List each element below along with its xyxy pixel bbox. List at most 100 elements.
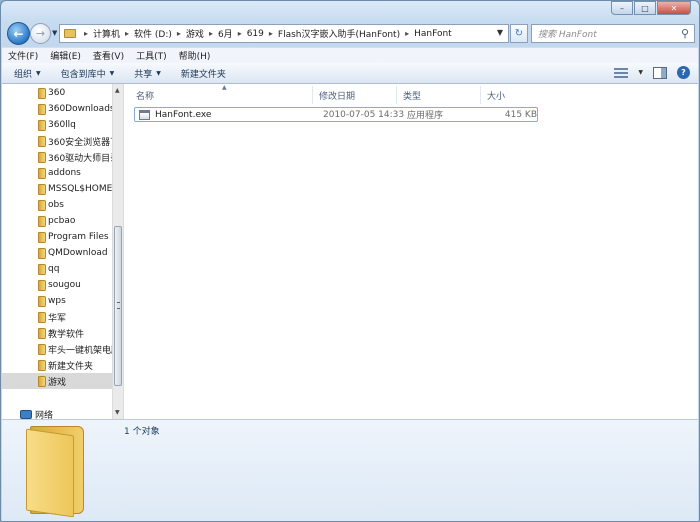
folder-icon xyxy=(38,103,46,115)
folder-icon xyxy=(38,87,46,99)
organize-button[interactable]: 组织 ▼ xyxy=(14,67,41,80)
breadcrumb-item[interactable]: HanFont xyxy=(414,29,452,39)
nav-folder[interactable]: Program Files ( xyxy=(2,229,112,245)
folder-icon xyxy=(38,215,46,227)
preview-pane-icon[interactable] xyxy=(653,66,667,79)
folder-icon xyxy=(38,135,46,147)
nav-folder[interactable]: 新建文件夹 xyxy=(2,357,112,373)
folder-icon xyxy=(38,327,46,339)
folder-icon xyxy=(38,263,46,275)
item-count: 1 个对象 xyxy=(124,427,160,437)
nav-folder-selected[interactable]: 游戏 xyxy=(2,373,112,389)
folder-icon xyxy=(38,247,46,259)
menu-edit[interactable]: 编辑(E) xyxy=(50,49,81,62)
nav-folder[interactable]: QMDownload xyxy=(2,245,112,261)
nav-scrollbar[interactable]: ▲ ▼ xyxy=(112,84,123,419)
breadcrumb-item[interactable]: 计算机 ▸ xyxy=(93,27,134,40)
nav-folder[interactable]: 360驱动大师目录 xyxy=(2,149,112,165)
breadcrumb-item[interactable]: 软件 (D:) ▸ xyxy=(134,27,186,40)
view-options-icon[interactable] xyxy=(614,67,629,78)
exe-file-icon xyxy=(139,109,150,120)
search-icon[interactable]: ⚲ xyxy=(681,27,689,40)
chevron-down-icon: ▼ xyxy=(109,69,115,77)
new-folder-button[interactable]: 新建文件夹 xyxy=(181,67,226,80)
file-row[interactable]: HanFont.exe 2010-07-05 14:33 应用程序 415 KB xyxy=(134,107,538,122)
menu-bar: 文件(F) 编辑(E) 查看(V) 工具(T) 帮助(H) xyxy=(2,47,698,63)
file-list: ▲ 名称 修改日期 类型 大小 HanFont.exe 2010-07-05 1… xyxy=(124,84,698,419)
folder-icon xyxy=(38,231,46,243)
column-headers: ▲ 名称 修改日期 类型 大小 xyxy=(130,84,538,104)
nav-folder[interactable]: 教学软件 xyxy=(2,325,112,341)
nav-folder[interactable]: 360llq xyxy=(2,117,112,133)
nav-folder[interactable]: wps xyxy=(2,293,112,309)
view-controls: ▼ ? xyxy=(614,66,690,79)
folder-icon xyxy=(38,295,46,307)
nav-folder[interactable]: obs xyxy=(2,197,112,213)
menu-tools[interactable]: 工具(T) xyxy=(136,49,167,62)
close-button[interactable]: ✕ xyxy=(657,1,691,15)
breadcrumb-item[interactable]: Flash汉字嵌入助手(HanFont) ▸ xyxy=(278,27,414,40)
nav-folder[interactable]: qq xyxy=(2,261,112,277)
refresh-icon: ↻ xyxy=(514,28,524,39)
navigation-pane: 360 360Downloads 360llq 360安全浏览器下 360驱动大… xyxy=(2,84,123,419)
nav-folder[interactable]: 华军 xyxy=(2,309,112,325)
folder-icon xyxy=(38,279,46,291)
chevron-down-icon[interactable]: ▼ xyxy=(638,69,643,76)
breadcrumb-root-chevron[interactable]: ▸ xyxy=(79,29,93,38)
file-size: 415 KB xyxy=(504,109,537,120)
chevron-down-icon: ▼ xyxy=(156,69,161,77)
recent-pages-dropdown[interactable]: ▼ xyxy=(52,29,57,37)
breadcrumb-item[interactable]: 游戏 ▸ xyxy=(186,27,218,40)
file-date: 2010-07-05 14:33 xyxy=(323,109,405,120)
nav-folder[interactable]: MSSQL$HOME xyxy=(2,181,112,197)
breadcrumb-item[interactable]: 619 ▸ xyxy=(247,29,278,39)
nav-folder[interactable]: 360 xyxy=(2,85,112,101)
column-header-size[interactable]: 大小 xyxy=(481,86,538,104)
breadcrumb-item[interactable]: 6月 ▸ xyxy=(218,27,247,40)
nav-folder[interactable]: 360安全浏览器下 xyxy=(2,133,112,149)
folder-icon xyxy=(64,29,76,38)
nav-folder[interactable]: addons xyxy=(2,165,112,181)
column-header-name[interactable]: ▲ 名称 xyxy=(130,84,313,104)
folder-icon xyxy=(38,119,46,131)
folder-icon xyxy=(38,311,46,323)
scroll-down-arrow-icon[interactable]: ▼ xyxy=(115,409,120,416)
command-bar: 组织 ▼ 包含到库中 ▼ 共享 ▼ 新建文件夹 ▼ ? xyxy=(2,63,698,84)
window-controls: – □ ✕ xyxy=(611,1,691,15)
chevron-down-icon: ▼ xyxy=(36,69,41,77)
search-placeholder: 搜索 HanFont xyxy=(538,30,597,40)
nav-folder[interactable]: sougou xyxy=(2,277,112,293)
grip-icon xyxy=(117,302,120,309)
menu-file[interactable]: 文件(F) xyxy=(8,49,38,62)
nav-folder[interactable]: 牢头一键机架电脑 xyxy=(2,341,112,357)
scrollbar-thumb[interactable] xyxy=(114,226,122,386)
nav-folder[interactable]: 360Downloads xyxy=(2,101,112,117)
folder-icon xyxy=(38,183,46,195)
include-in-library-button[interactable]: 包含到库中 ▼ xyxy=(61,67,115,80)
help-icon[interactable]: ? xyxy=(677,66,690,79)
share-button[interactable]: 共享 ▼ xyxy=(134,67,161,80)
column-header-type[interactable]: 类型 xyxy=(397,86,481,104)
nav-folder[interactable]: pcbao xyxy=(2,213,112,229)
column-header-date[interactable]: 修改日期 xyxy=(313,86,397,104)
file-type: 应用程序 xyxy=(407,111,444,121)
large-folder-icon xyxy=(24,422,88,518)
address-dropdown-icon[interactable]: ▼ xyxy=(497,28,503,37)
menu-view[interactable]: 查看(V) xyxy=(93,49,124,62)
minimize-button[interactable]: – xyxy=(611,1,633,15)
forward-button[interactable]: → xyxy=(30,23,51,44)
refresh-button[interactable]: ↻ xyxy=(510,24,528,43)
explorer-window: – □ ✕ ← → ▼ ▸ 计算机 ▸ 软件 (D:) ▸ 游戏 ▸ 6月 ▸ 619 ▸… xyxy=(0,0,700,522)
file-name: HanFont.exe xyxy=(155,109,212,120)
address-bar[interactable]: ▸ 计算机 ▸ 软件 (D:) ▸ 游戏 ▸ 6月 ▸ 619 ▸ Flash汉字嵌入助手… xyxy=(59,24,509,43)
search-input[interactable]: 搜索 HanFont ⚲ xyxy=(531,24,695,43)
back-button[interactable]: ← xyxy=(7,22,30,45)
navigation-row: ← → ▼ ▸ 计算机 ▸ 软件 (D:) ▸ 游戏 ▸ 6月 ▸ 619 ▸ Flash… xyxy=(7,21,695,47)
nav-network[interactable]: 网络 xyxy=(20,408,53,419)
scroll-up-arrow-icon[interactable]: ▲ xyxy=(115,87,120,94)
maximize-button[interactable]: □ xyxy=(634,1,656,15)
network-icon xyxy=(20,410,32,419)
folder-icon xyxy=(38,359,46,371)
menu-help[interactable]: 帮助(H) xyxy=(179,49,211,62)
folder-icon xyxy=(38,375,46,387)
